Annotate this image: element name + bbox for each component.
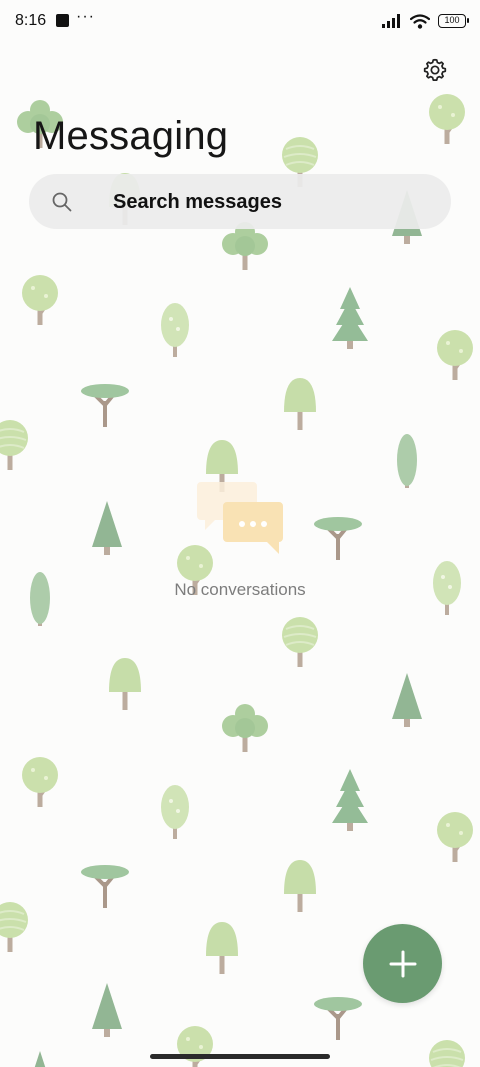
battery-icon: 100: [438, 14, 469, 28]
settings-button[interactable]: [418, 53, 452, 87]
search-bar[interactable]: Search messages: [29, 174, 451, 229]
plus-icon: [389, 950, 416, 977]
wifi-icon: [410, 13, 430, 29]
status-icons: 100: [382, 10, 469, 32]
search-placeholder: Search messages: [113, 191, 283, 213]
page-title: Messaging: [33, 114, 229, 158]
app-notification-icon: [56, 14, 69, 27]
home-indicator[interactable]: [150, 1054, 330, 1059]
battery-level: 100: [444, 15, 460, 25]
empty-state-message: No conversations: [174, 580, 306, 599]
status-time: 8:16: [15, 12, 47, 29]
gear-icon: [423, 58, 447, 81]
more-notifications-indicator: ···: [76, 8, 95, 25]
chat-bubbles-icon: [197, 482, 283, 554]
new-conversation-button[interactable]: [363, 924, 442, 1003]
status-bar: 8:16 ··· 100: [0, 0, 480, 44]
search-icon: [52, 192, 72, 212]
signal-icon: [382, 14, 400, 28]
